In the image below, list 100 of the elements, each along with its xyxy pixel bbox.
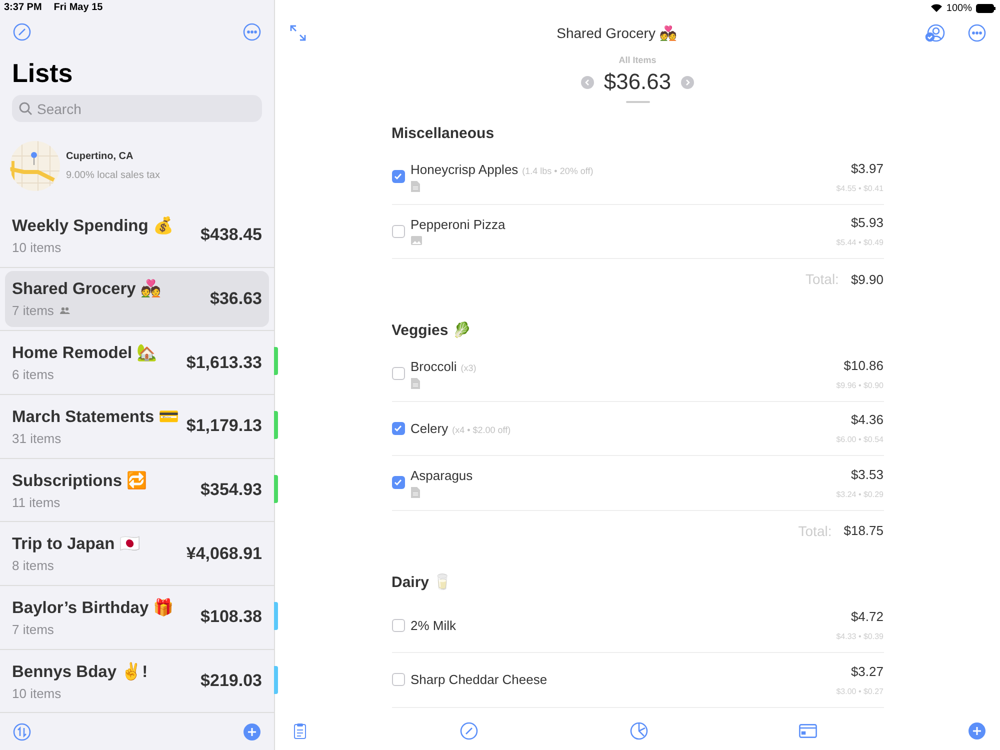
section-title: Veggies 🥬 [392, 320, 472, 341]
item-name: Sharp Cheddar Cheese [410, 672, 548, 688]
checkmark-icon [394, 173, 402, 180]
clipboard-icon [294, 723, 306, 739]
item-name: Honeycrisp Apples [410, 162, 518, 177]
list-item[interactable]: Shared Grocery 💑 7 items $36.63 [5, 270, 269, 328]
list-total: $1,179.13 [186, 416, 262, 436]
compose-icon [13, 22, 31, 41]
checkbox[interactable] [392, 422, 404, 435]
item-price: $3.27 [850, 664, 884, 679]
section-title: Dairy 🥛 [392, 572, 454, 592]
checkbox[interactable] [392, 673, 404, 686]
list-name: Baylor’s Birthday 🎁 [12, 598, 174, 618]
list-total: $1,613.33 [186, 352, 262, 373]
item-count: 8 items [12, 558, 54, 574]
list-total: $354.93 [200, 480, 262, 500]
status-time: 3:37 PM [4, 2, 42, 14]
list-item[interactable]: Home Remodel 🏡 6 items $1,613.33 [5, 334, 269, 391]
sidebar-title: Lists [11, 57, 74, 90]
section-title: Miscellaneous [392, 124, 496, 144]
add-list-button[interactable] [241, 720, 263, 743]
item-note: (x3) [460, 362, 476, 373]
list-item[interactable]: Weekly Spending 💰 10 items $438.45 [5, 206, 269, 264]
chevron-right-icon [681, 76, 694, 88]
battery-percent: 100% [946, 2, 972, 14]
list-name: March Statements 💳 [12, 406, 180, 427]
list-item[interactable]: Baylor’s Birthday 🎁 7 items $108.38 [5, 589, 269, 646]
location-city: Cupertino, CA [66, 151, 134, 162]
item-count: 10 items [12, 240, 62, 255]
item-price: $4.72 [850, 609, 884, 624]
item-name: Asparagus [410, 468, 473, 483]
item-price: $5.93 [850, 215, 884, 230]
list-name: Shared Grocery 💑 [12, 279, 162, 300]
person-check-icon [925, 24, 945, 42]
filter-label: All Items [618, 55, 656, 65]
document-icon [410, 378, 420, 389]
checkbox[interactable] [392, 224, 404, 238]
chart-button[interactable] [628, 720, 650, 742]
item-price: $3.53 [850, 466, 884, 482]
item-price: $10.86 [844, 358, 884, 373]
list-total: $108.38 [200, 607, 262, 628]
document-icon [410, 486, 420, 498]
list-item[interactable]: Trip to Japan 🇯🇵 8 items ¥4,068.91 [5, 525, 269, 582]
more-button[interactable] [966, 22, 988, 44]
image-icon [410, 236, 422, 246]
more-button[interactable] [241, 20, 263, 43]
item-name: 2% Milk [410, 618, 456, 633]
add-item-button[interactable] [966, 720, 988, 742]
item-note: (x4 • $2.00 off) [452, 424, 511, 435]
list-total: $438.45 [200, 225, 262, 246]
add-icon [968, 722, 986, 740]
item-count: 10 items [12, 686, 62, 701]
item-price: $4.36 [850, 412, 884, 428]
checkbox[interactable] [392, 618, 404, 632]
battery-icon [976, 4, 996, 12]
list-name: Weekly Spending 💰 [12, 216, 174, 236]
grand-total: $36.63 [604, 69, 672, 95]
section-total: $18.75 [844, 523, 884, 538]
item-count: 6 items [12, 367, 54, 382]
list-name: Subscriptions 🔁 [12, 470, 148, 491]
item-count: 11 items [12, 494, 60, 510]
compose-icon [460, 722, 478, 740]
list-item[interactable]: Subscriptions 🔁 11 items $354.93 [5, 462, 269, 518]
compose-button[interactable] [11, 20, 33, 43]
pie-chart-icon [630, 722, 648, 740]
list-title: Shared Grocery 💑 [556, 25, 676, 41]
item-count: 7 items [12, 622, 54, 637]
credit-card-icon [798, 724, 817, 738]
search-field[interactable]: Search [12, 95, 262, 122]
list-name: Home Remodel 🏡 [12, 343, 158, 364]
item-count: 31 items [12, 430, 62, 446]
checkmark-icon [394, 424, 402, 432]
checkbox[interactable] [392, 170, 404, 184]
expand-icon [290, 25, 306, 41]
more-icon [968, 24, 986, 42]
item-count: 7 items [12, 303, 54, 318]
next-button[interactable] [681, 76, 694, 88]
previous-button[interactable] [580, 76, 594, 88]
list-total: $219.03 [200, 671, 262, 692]
sort-button[interactable] [11, 720, 33, 743]
list-item[interactable]: Bennys Bday ✌! 10 items $219.03 [5, 652, 269, 710]
status-date: Fri May 15 [54, 2, 103, 14]
item-price: $3.97 [850, 160, 884, 176]
checkmark-icon [394, 479, 402, 486]
list-name: Trip to Japan 🇯🇵 [12, 534, 140, 554]
compose-button[interactable] [458, 720, 480, 742]
sort-icon [13, 722, 31, 741]
list-total: ¥4,068.91 [186, 544, 262, 564]
sales-tax: 9.00% local sales tax [66, 170, 160, 182]
document-icon [410, 180, 420, 192]
wifi-icon [931, 4, 942, 12]
checkbox[interactable] [392, 367, 404, 380]
item-name: Broccoli [410, 358, 457, 374]
item-name: Celery [410, 420, 448, 436]
add-icon [243, 722, 261, 741]
section-total: $9.90 [850, 272, 884, 286]
more-icon [243, 22, 261, 41]
share-button[interactable] [924, 22, 946, 44]
item-name: Pepperoni Pizza [410, 217, 506, 232]
checkbox[interactable] [392, 476, 404, 490]
